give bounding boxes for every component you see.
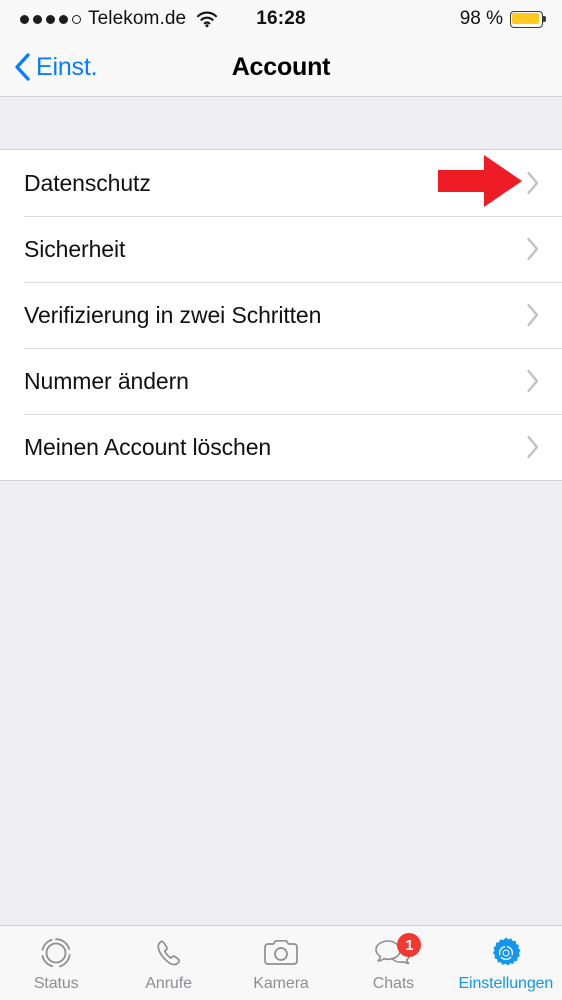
list-item-label: Datenschutz: [24, 169, 151, 196]
tab-chats[interactable]: 1 Chats: [337, 926, 449, 1000]
list-item-label: Sicherheit: [24, 235, 126, 262]
list-item-label: Verifizierung in zwei Schritten: [24, 301, 322, 328]
tab-einstellungen[interactable]: Einstellungen: [450, 926, 562, 1000]
status-bar-right: 98 %: [460, 0, 546, 38]
list-item-nummer-aendern[interactable]: Nummer ändern: [0, 348, 562, 414]
list-item-datenschutz[interactable]: Datenschutz: [0, 150, 562, 216]
chevron-right-icon: [527, 303, 539, 327]
iphone-screen: Telekom.de 16:28 98 % Einst. Account Dat…: [0, 0, 562, 1000]
tab-status[interactable]: Status: [0, 926, 112, 1000]
navigation-bar: Einst. Account: [0, 38, 562, 97]
chat-bubbles-icon: 1: [373, 933, 422, 971]
content-area: Datenschutz Sicherheit Verifizierung in …: [0, 97, 562, 925]
tab-label: Anrufe: [145, 975, 192, 992]
tab-anrufe[interactable]: Anrufe: [112, 926, 224, 1000]
status-bar: Telekom.de 16:28 98 %: [0, 0, 562, 38]
camera-icon: [261, 935, 301, 971]
list-item-sicherheit[interactable]: Sicherheit: [0, 216, 562, 282]
list-item-label: Meinen Account löschen: [24, 433, 272, 460]
status-rings-icon: [36, 935, 76, 971]
clock-label: 16:28: [256, 8, 306, 29]
phone-icon: [149, 935, 189, 971]
chevron-right-icon: [527, 369, 539, 393]
tab-label: Status: [33, 975, 79, 992]
settings-list: Datenschutz Sicherheit Verifizierung in …: [0, 150, 562, 481]
battery-icon: [510, 10, 546, 28]
page-title: Account: [231, 52, 331, 81]
chevron-right-icon: [527, 435, 539, 459]
chats-unread-badge: 1: [397, 933, 422, 957]
list-item-verifizierung-in-zwei-schritten[interactable]: Verifizierung in zwei Schritten: [0, 282, 562, 348]
section-spacer: [0, 97, 562, 150]
chevron-right-icon: [527, 237, 539, 261]
list-item-label: Nummer ändern: [24, 367, 189, 394]
tab-bar: Status Anrufe Kamera 1 Chats Einstellung…: [0, 925, 562, 1000]
chevron-right-icon: [527, 171, 539, 195]
tab-label: Chats: [372, 975, 415, 992]
list-item-meinen-account-loeschen[interactable]: Meinen Account löschen: [0, 414, 562, 480]
battery-percent-label: 98 %: [459, 8, 503, 29]
battery-cap: [543, 16, 546, 22]
tab-label: Kamera: [253, 975, 309, 992]
tab-label: Einstellungen: [458, 975, 554, 992]
gear-icon: [486, 935, 526, 971]
tab-kamera[interactable]: Kamera: [225, 926, 337, 1000]
battery-fill: [512, 12, 539, 24]
